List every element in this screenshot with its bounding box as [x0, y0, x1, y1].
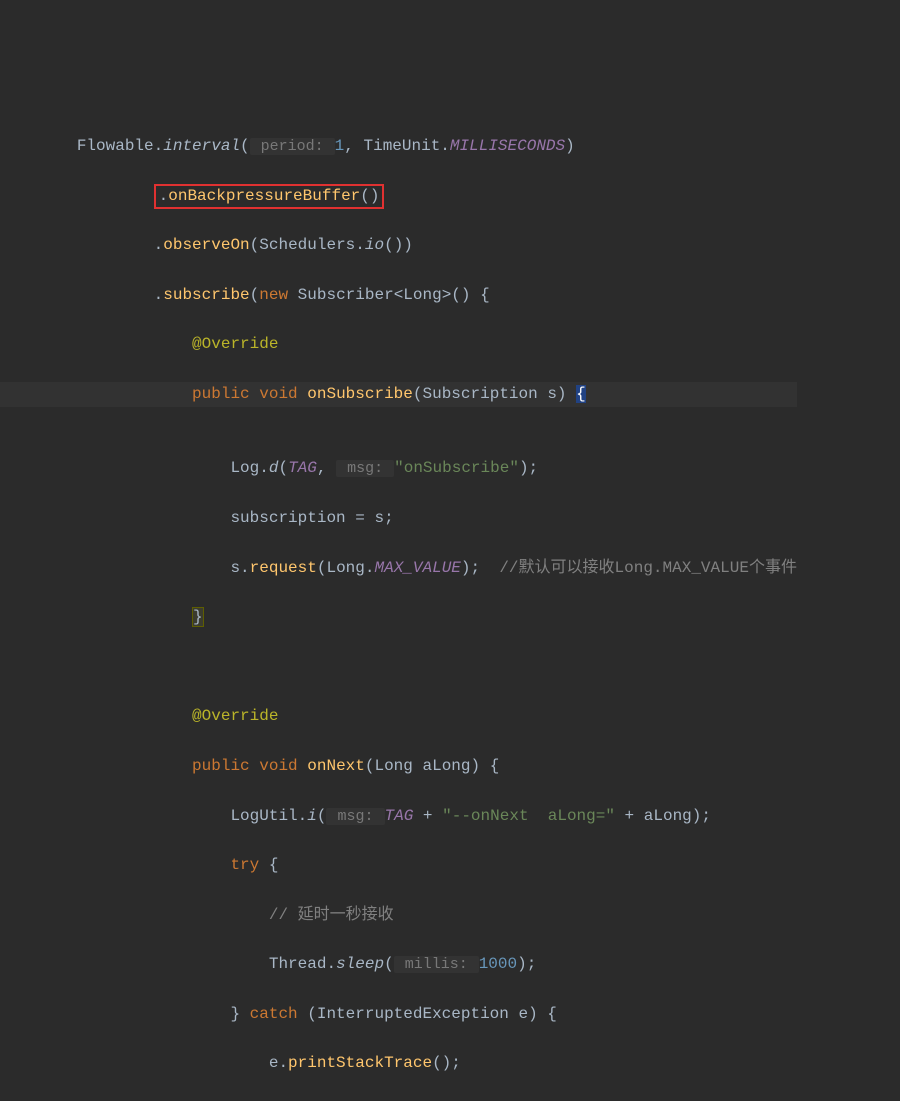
matching-brace: }	[192, 607, 204, 627]
param-hint: millis:	[394, 956, 479, 973]
param-hint: msg:	[336, 460, 394, 477]
code-line: public void onNext(Long aLong) {	[0, 754, 797, 779]
method-interval: interval	[163, 137, 240, 155]
annotation-override: @Override	[192, 707, 278, 725]
method-onSubscribe: onSubscribe	[307, 385, 413, 403]
code-line: subscription = s;	[0, 506, 797, 531]
code-line: Log.d(TAG, msg: "onSubscribe");	[0, 456, 797, 481]
code-editor[interactable]: Flowable.interval( period: 1, TimeUnit.M…	[0, 109, 797, 1101]
code-line: .observeOn(Schedulers.io())	[0, 233, 797, 258]
code-line: s.request(Long.MAX_VALUE); //默认可以接收Long.…	[0, 556, 797, 581]
code-line: LogUtil.i( msg: TAG + "--onNext aLong=" …	[0, 804, 797, 829]
param-hint: period:	[250, 138, 335, 155]
code-line-active: public void onSubscribe(Subscription s) …	[0, 382, 797, 407]
code-line: }	[0, 605, 797, 630]
code-line: .subscribe(new Subscriber<Long>() {	[0, 283, 797, 308]
code-line: Flowable.interval( period: 1, TimeUnit.M…	[0, 134, 797, 159]
method-onBackpressureBuffer: onBackpressureBuffer	[168, 187, 360, 205]
cursor-position: {	[576, 385, 586, 403]
code-line: e.printStackTrace();	[0, 1051, 797, 1076]
param-hint: msg:	[326, 808, 384, 825]
code-line: } catch (InterruptedException e) {	[0, 1002, 797, 1027]
code-line	[0, 655, 797, 680]
code-line: Thread.sleep( millis: 1000);	[0, 952, 797, 977]
class-name: Flowable	[77, 137, 154, 155]
code-line: try {	[0, 853, 797, 878]
code-line: // 延时一秒接收	[0, 903, 797, 928]
code-line	[0, 407, 797, 432]
comment: //默认可以接收Long.MAX_VALUE个事件	[499, 559, 797, 577]
code-line: .onBackpressureBuffer()	[0, 184, 797, 209]
highlighted-box: .onBackpressureBuffer()	[154, 184, 385, 210]
comment: // 延时一秒接收	[269, 906, 394, 924]
code-line: @Override	[0, 704, 797, 729]
method-onNext: onNext	[307, 757, 365, 775]
annotation-override: @Override	[192, 335, 278, 353]
code-line: @Override	[0, 332, 797, 357]
